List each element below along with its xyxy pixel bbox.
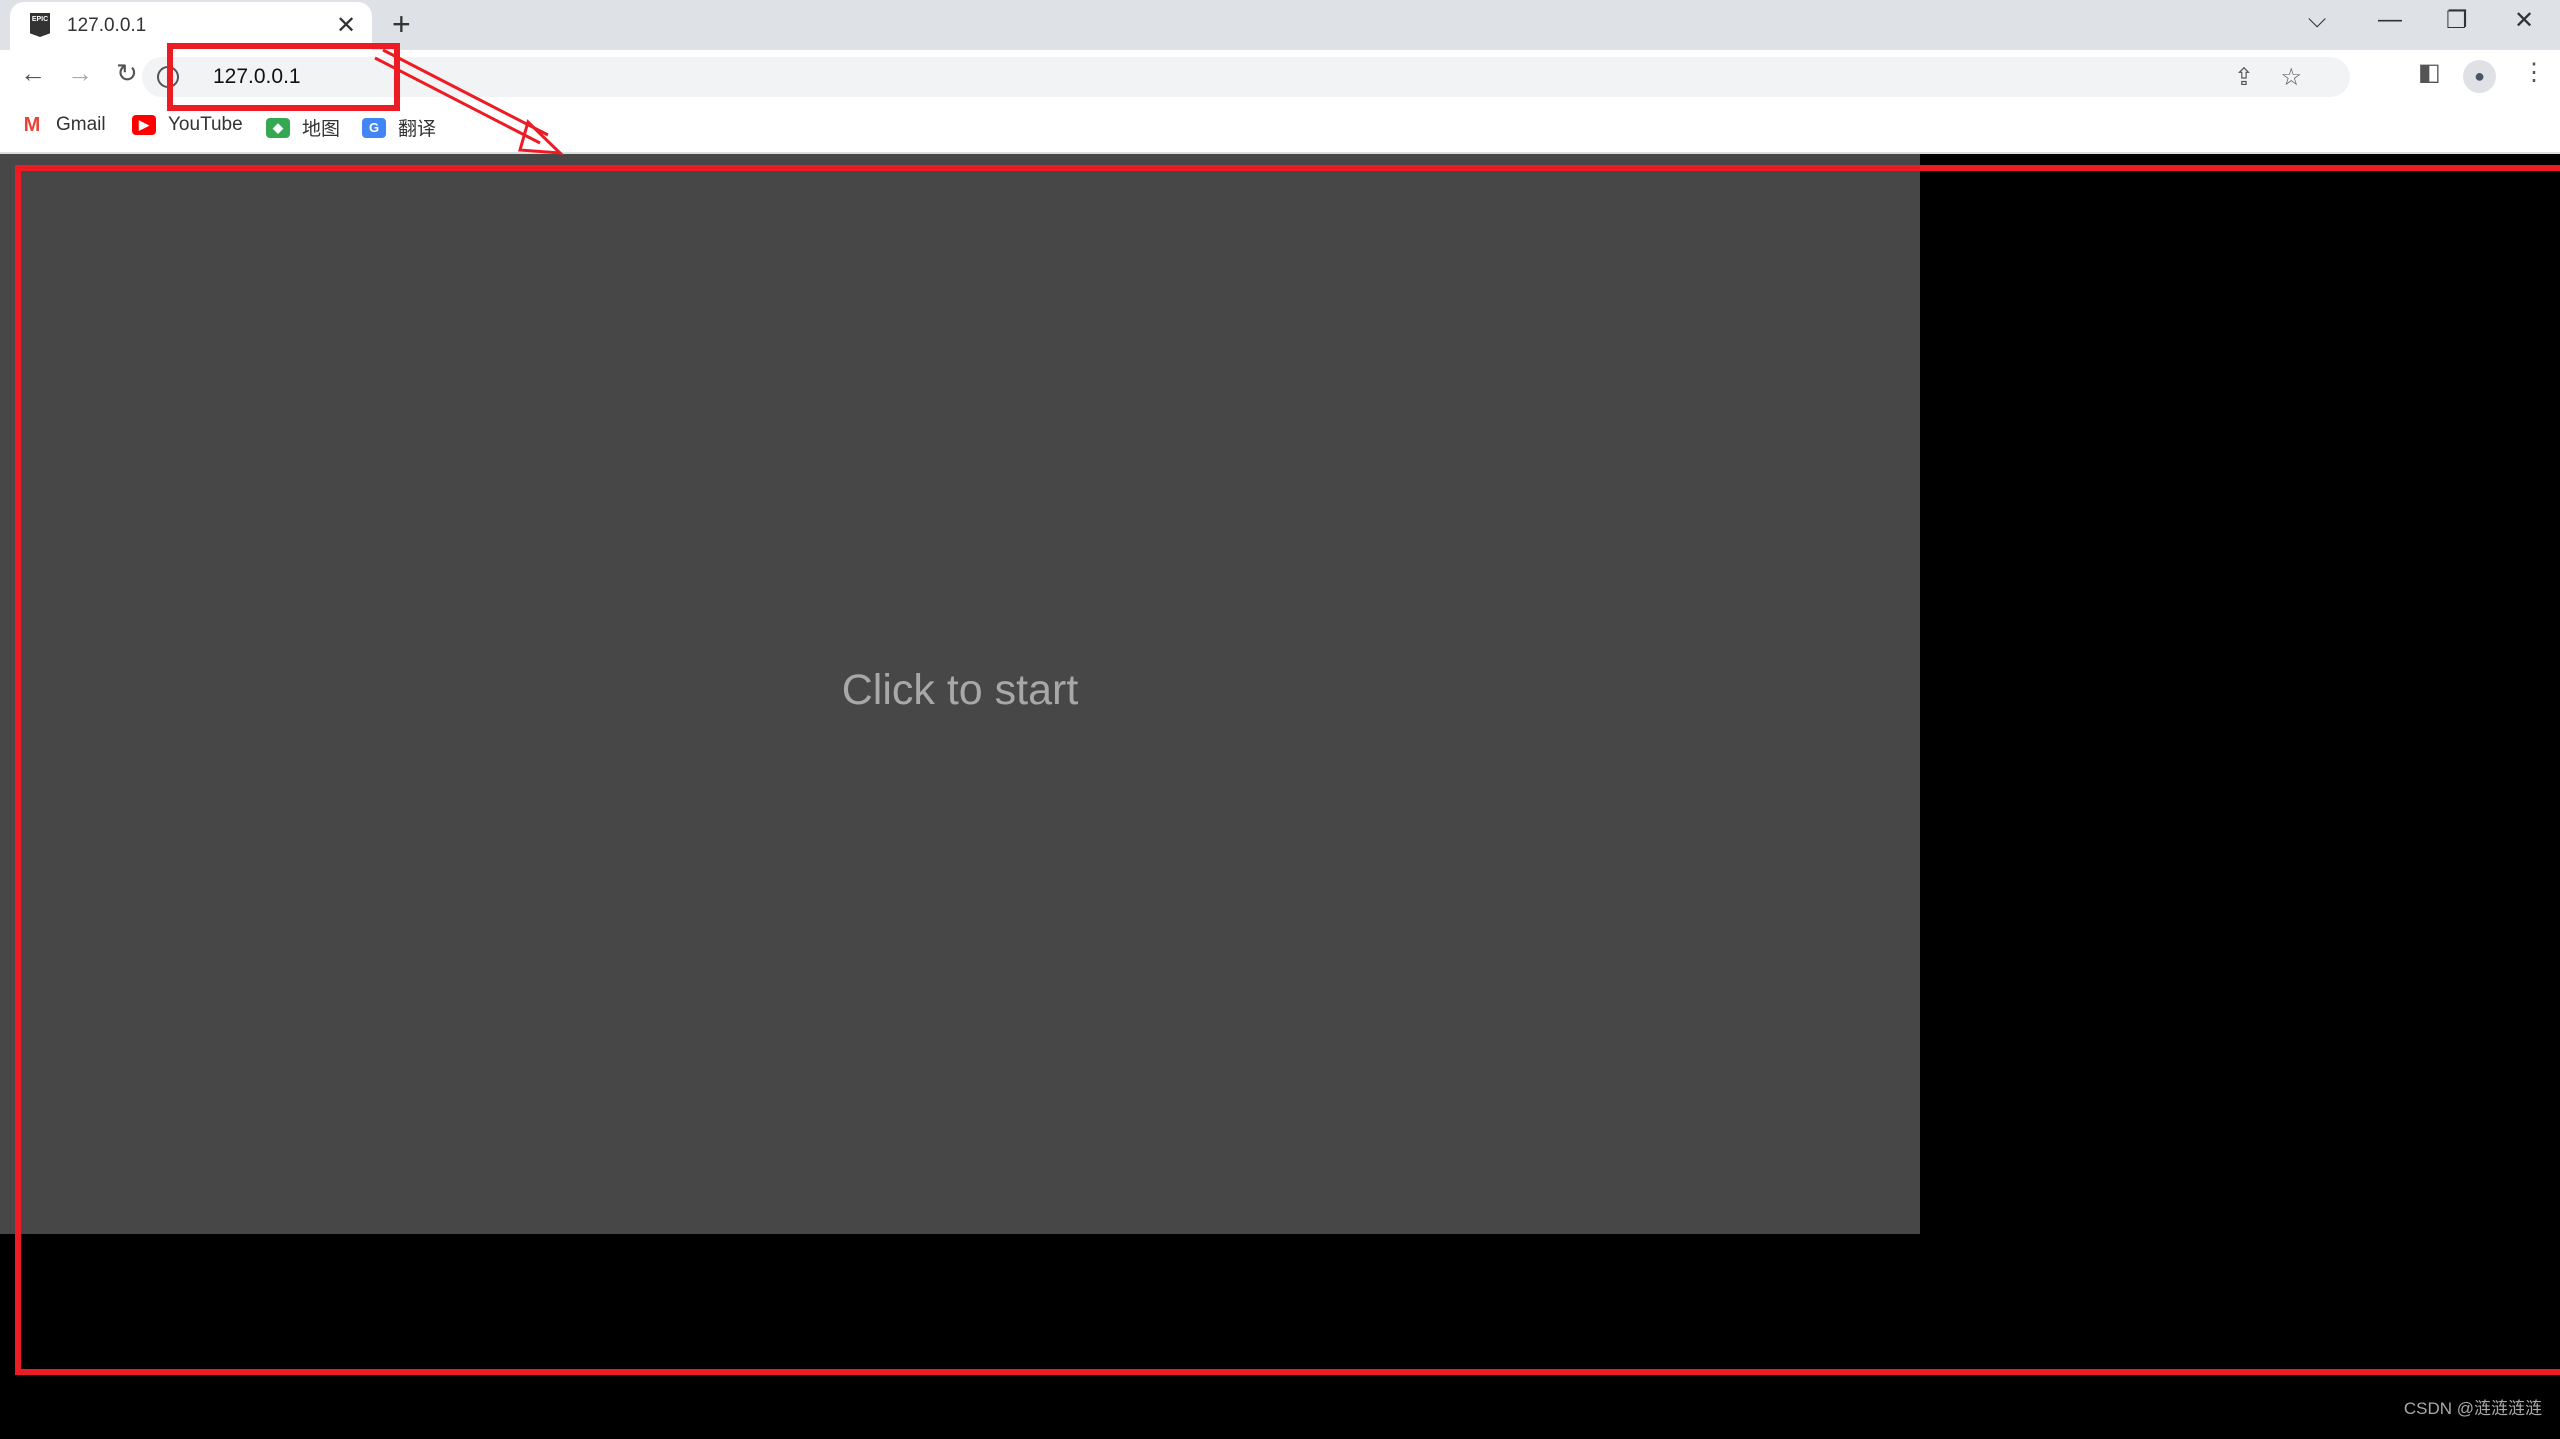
annotation-arrow-icon: [374, 48, 565, 155]
restore-button[interactable]: ❐: [2446, 6, 2468, 35]
minimize-button[interactable]: —: [2378, 6, 2402, 34]
share-icon[interactable]: ⇪: [2234, 63, 2254, 92]
menu-kebab-icon[interactable]: ⋮: [2522, 58, 2546, 87]
tab-search-chevron-icon[interactable]: ⌵: [2308, 6, 2326, 34]
side-panel-icon[interactable]: ◧: [2418, 58, 2441, 87]
profile-avatar-icon[interactable]: ●: [2463, 60, 2496, 93]
bookmark-star-icon[interactable]: ☆: [2280, 63, 2302, 92]
close-window-button[interactable]: ✕: [2514, 6, 2534, 35]
annotation-canvas-box: [15, 165, 2560, 1375]
watermark: CSDN @涟涟涟涟: [2403, 1399, 2542, 1418]
